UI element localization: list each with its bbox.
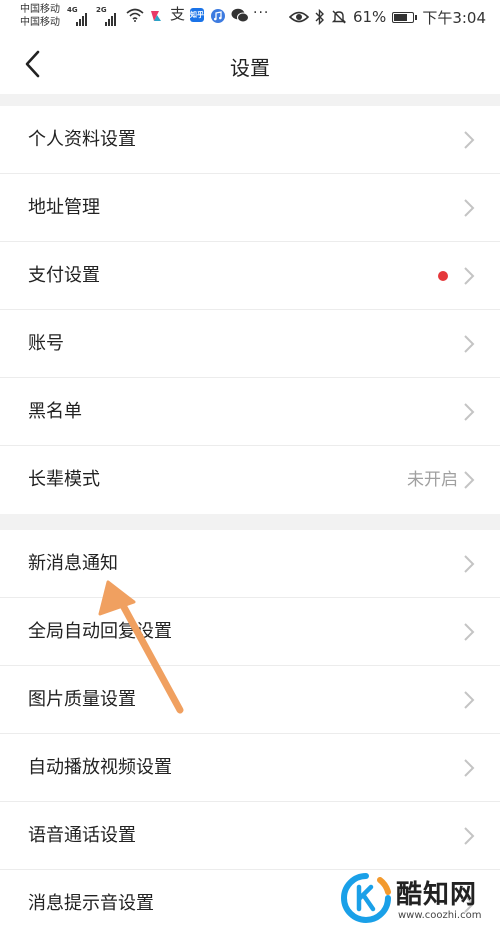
app-icon <box>151 11 161 21</box>
chevron-right-icon <box>464 267 475 285</box>
settings-item-elder-mode[interactable]: 长辈模式 未开启 <box>0 446 500 514</box>
watermark-url: www.coozhi.com <box>398 910 482 921</box>
mute-icon <box>331 10 347 24</box>
settings-item-label: 消息提示音设置 <box>28 893 154 914</box>
settings-item-profile[interactable]: 个人资料设置 <box>0 106 500 174</box>
watermark: 酷知网 www.coozhi.com <box>340 868 500 937</box>
settings-item-label: 长辈模式 <box>28 469 100 490</box>
chevron-right-icon <box>464 199 475 217</box>
settings-item-label: 个人资料设置 <box>28 129 136 150</box>
settings-item-label: 图片质量设置 <box>28 689 136 710</box>
settings-item-payment[interactable]: 支付设置 <box>0 242 500 310</box>
chevron-right-icon <box>464 335 475 353</box>
settings-item-label: 新消息通知 <box>28 553 118 574</box>
wechat-icon <box>231 8 249 23</box>
eye-icon <box>288 11 309 23</box>
more-icon: ··· <box>253 5 270 21</box>
settings-item-label: 黑名单 <box>28 401 82 422</box>
chevron-right-icon <box>464 131 475 149</box>
settings-item-autoplay-video[interactable]: 自动播放视频设置 <box>0 734 500 802</box>
notification-dot <box>438 271 448 281</box>
status-time: 下午3:04 <box>422 8 486 27</box>
chevron-right-icon <box>464 691 475 709</box>
chevron-right-icon <box>464 471 475 489</box>
battery-icon <box>392 11 418 23</box>
chevron-right-icon <box>464 759 475 777</box>
settings-item-label: 地址管理 <box>28 197 100 218</box>
status-right: 61% 下午3:04 <box>283 6 486 28</box>
watermark-name: 酷知网 <box>396 880 478 910</box>
settings-item-label: 支付设置 <box>28 265 100 286</box>
settings-item-label: 账号 <box>28 333 64 354</box>
nav-bar: 设置 <box>0 34 500 94</box>
elder-mode-status: 未开启 <box>407 470 458 490</box>
status-bar: 中国移动 中国移动 4G 2G 支 知乎 ··· 61% 下午3:04 <box>0 0 500 34</box>
section-divider <box>0 94 500 106</box>
settings-item-new-message-notification[interactable]: 新消息通知 <box>0 530 500 598</box>
section-divider <box>0 514 500 530</box>
alipay-icon: 支 <box>170 5 186 23</box>
settings-item-address[interactable]: 地址管理 <box>0 174 500 242</box>
chevron-right-icon <box>464 403 475 421</box>
wifi-icon <box>126 8 144 22</box>
carrier-2-label: 中国移动 <box>20 17 60 28</box>
music-icon <box>211 9 225 23</box>
page-title: 设置 <box>230 56 270 80</box>
settings-item-blacklist[interactable]: 黑名单 <box>0 378 500 446</box>
settings-item-voice-call[interactable]: 语音通话设置 <box>0 802 500 870</box>
settings-screen: 中国移动 中国移动 4G 2G 支 知乎 ··· 61% 下午3:04 设置 个… <box>0 0 500 937</box>
battery-percent: 61% <box>352 8 387 26</box>
coozhi-logo-icon <box>341 873 391 923</box>
settings-item-account[interactable]: 账号 <box>0 310 500 378</box>
settings-section-1: 个人资料设置 地址管理 支付设置 账号 黑名单 长辈模式 未开启 <box>0 106 500 514</box>
chevron-right-icon <box>464 827 475 845</box>
carrier-1-label: 中国移动 <box>20 4 60 15</box>
settings-item-auto-reply[interactable]: 全局自动回复设置 <box>0 598 500 666</box>
zhihu-icon: 知乎 <box>190 8 204 22</box>
chevron-right-icon <box>464 623 475 641</box>
settings-item-label: 全局自动回复设置 <box>28 621 172 642</box>
settings-item-label: 语音通话设置 <box>28 825 136 846</box>
bluetooth-icon <box>315 9 324 25</box>
carrier-info: 中国移动 中国移动 <box>20 3 60 29</box>
settings-item-label: 自动播放视频设置 <box>28 757 172 778</box>
chevron-right-icon <box>464 555 475 573</box>
settings-item-image-quality[interactable]: 图片质量设置 <box>0 666 500 734</box>
